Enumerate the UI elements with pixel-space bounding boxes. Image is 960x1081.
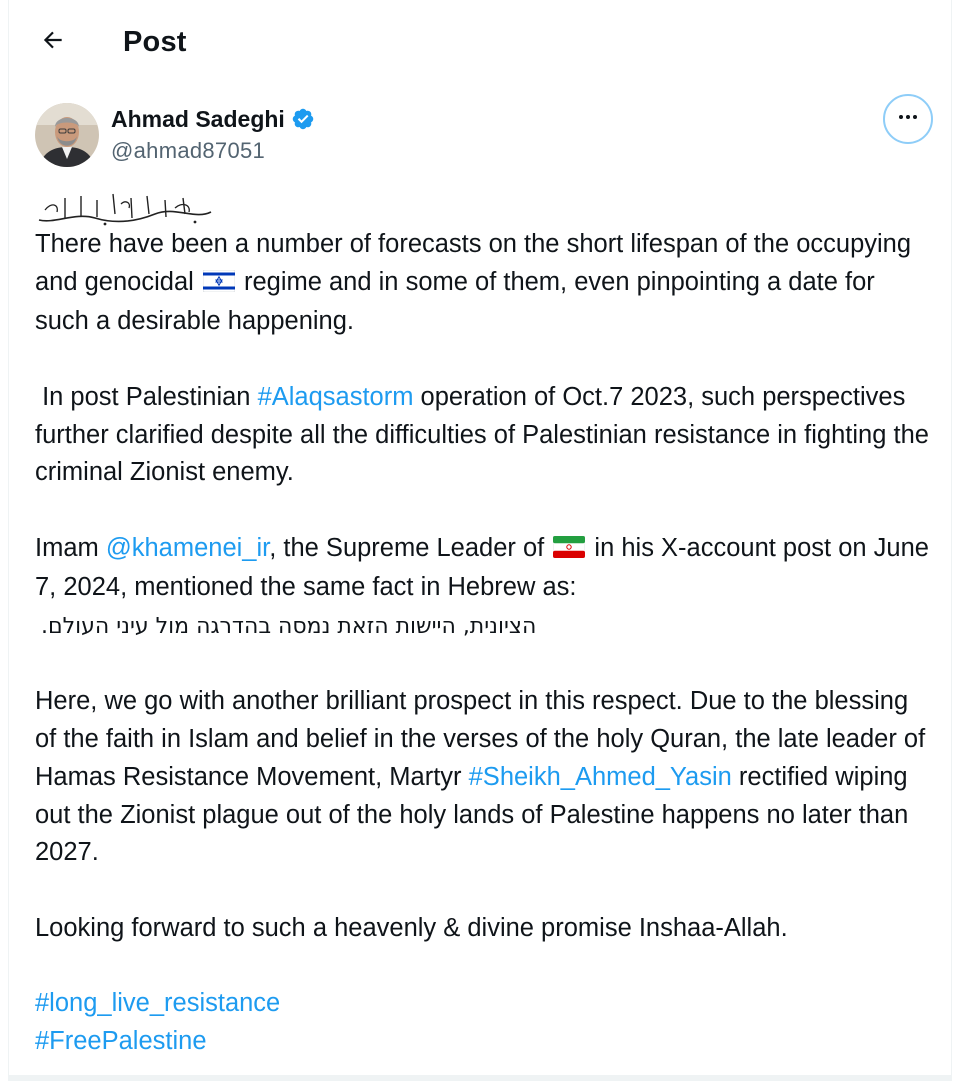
avatar[interactable] [35,103,99,167]
post-header: Post [9,0,951,86]
back-button[interactable] [31,20,75,64]
post-paragraph-4: Here, we go with another brilliant prosp… [35,687,926,867]
post-body: There have been a number of forecasts on… [35,226,935,1060]
post-paragraph-3: Imam @khamenei_ir, the Supreme Leader of… [35,532,929,639]
bottom-divider [9,1075,951,1081]
post-paragraph-1: There have been a number of forecasts on… [35,230,912,336]
hebrew-quote: הציונית, היישות הזאת נמסה בהדרגה מול עינ… [41,614,537,639]
post-hashtags: #long_live_resistance #FreePalestine [35,985,935,1060]
mention-khamenei-ir[interactable]: @khamenei_ir [106,534,269,562]
post-page: Post Ahmad Sadeghi @ahmad87051 There hav… [8,0,952,1081]
post-paragraph-2: In post Palestinian #Alaqsastorm operati… [35,382,929,487]
author-name[interactable]: Ahmad Sadeghi [111,104,315,134]
hashtag-alaqsastorm[interactable]: #Alaqsastorm [258,383,414,411]
author-name-label: Ahmad Sadeghi [111,106,285,132]
hashtag-sheikh-ahmed-yasin[interactable]: #Sheikh_Ahmed_Yasin [469,763,732,791]
arrow-left-icon [40,27,66,58]
author-handle[interactable]: @ahmad87051 [111,137,265,165]
hashtag-freepalestine[interactable]: #FreePalestine [35,1027,207,1055]
hashtag-long-live-resistance[interactable]: #long_live_resistance [35,989,280,1017]
page-title: Post [123,26,187,58]
basmala-calligraphy [35,190,215,228]
post-paragraph-5: Looking forward to such a heavenly & div… [35,913,788,942]
israel-flag-icon [202,266,236,304]
verified-badge-icon[interactable] [291,107,315,131]
iran-flag-icon [552,532,586,570]
more-horizontal-icon [896,105,920,134]
more-options-button[interactable] [883,94,933,144]
